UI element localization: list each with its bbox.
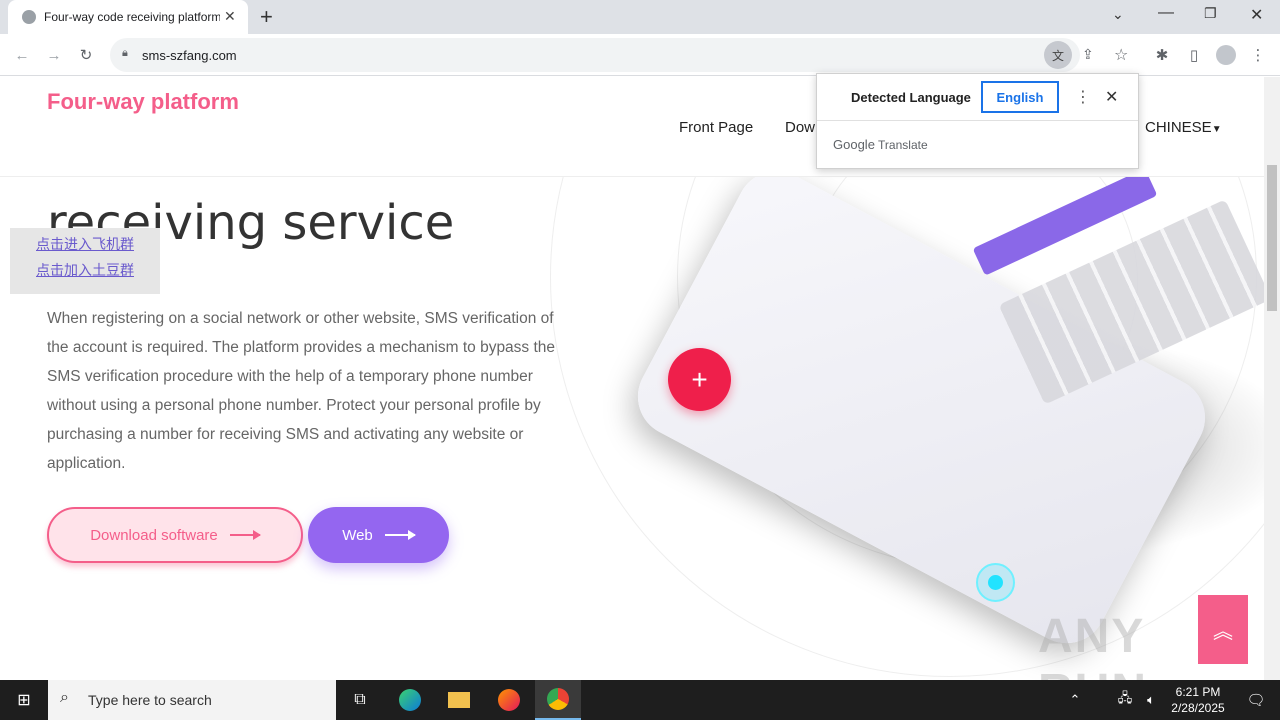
url-text[interactable]: sms-szfang.com	[142, 48, 237, 63]
scroll-to-top-button[interactable]: ︽	[1198, 595, 1248, 664]
address-bar[interactable]: 🔒︎ sms-szfang.com 文 ⇪ ☆	[110, 38, 1128, 72]
web-button[interactable]: Web	[308, 507, 449, 563]
divider	[817, 120, 1138, 121]
taskbar-clock[interactable]: 6:21 PM 2/28/2025	[1160, 684, 1236, 716]
browser-toolbar: ← → ↻ 🔒︎ sms-szfang.com 文 ⇪ ☆ ✱ ▯ ⋮	[0, 34, 1280, 76]
chrome-icon[interactable]	[535, 680, 581, 720]
restore-button[interactable]: ❐	[1204, 5, 1217, 22]
side-panel-icon[interactable]: ▯	[1180, 41, 1208, 69]
arrow-right-icon	[229, 530, 261, 540]
translate-icon[interactable]: 文	[1044, 41, 1072, 69]
download-software-label: Download software	[90, 526, 218, 544]
site-brand[interactable]: Four-way platform	[47, 89, 239, 115]
google-wordmark: Google	[833, 137, 875, 152]
caret-down-icon: ▼	[1211, 124, 1222, 135]
google-translate-logo: Google Translate	[833, 137, 928, 152]
new-tab-button[interactable]: +	[260, 4, 273, 30]
translate-options-icon[interactable]: ⋮	[1075, 87, 1091, 107]
download-software-button[interactable]: Download software	[47, 507, 303, 563]
clock-time: 6:21 PM	[1175, 685, 1221, 699]
site-favicon-icon	[22, 10, 36, 24]
file-explorer-icon[interactable]	[439, 686, 479, 714]
show-hidden-icons[interactable]: ⌃	[1060, 686, 1090, 714]
taskbar-search-placeholder: Type here to search	[88, 692, 212, 708]
tab-bar: Four-way code receiving platform ✕ + ⌄ —…	[0, 0, 1280, 34]
detected-language-option[interactable]: Detected Language	[851, 90, 971, 105]
nav-item-front-page[interactable]: Front Page	[679, 119, 753, 136]
back-icon[interactable]: ←	[8, 41, 36, 69]
bookmark-star-icon[interactable]: ☆	[1114, 45, 1128, 65]
join-group-link-1[interactable]: 点击进入飞机群	[10, 234, 160, 254]
close-tab-icon[interactable]: ✕	[224, 8, 236, 25]
english-option[interactable]: English	[981, 81, 1059, 113]
task-view-icon[interactable]: ⧉	[340, 686, 380, 714]
tab-title: Four-way code receiving platform	[44, 10, 220, 24]
minimize-button[interactable]: —	[1158, 4, 1174, 22]
translate-popup: Detected Language English ⋮ ✕ Google Tra…	[816, 73, 1139, 169]
extensions-icon[interactable]: ✱	[1148, 41, 1176, 69]
close-window-button[interactable]: ✕	[1250, 5, 1263, 25]
windows-start-icon[interactable]: ⊞	[4, 686, 44, 714]
nav-item-download[interactable]: Dow	[785, 119, 815, 136]
tab-search-icon[interactable]: ⌄	[1112, 6, 1124, 23]
arrow-right-icon	[384, 530, 416, 540]
web-label: Web	[342, 526, 373, 544]
phone-mockup-image	[623, 157, 1264, 658]
translate-close-icon[interactable]: ✕	[1105, 87, 1118, 107]
lock-icon: 🔒︎	[122, 47, 128, 59]
menu-kebab-icon[interactable]: ⋮	[1244, 41, 1272, 69]
forward-icon[interactable]: →	[40, 41, 68, 69]
search-icon: ⌕	[60, 689, 69, 706]
share-icon[interactable]: ⇪	[1082, 46, 1094, 63]
pulse-dot-icon	[976, 563, 1015, 602]
clock-date: 2/28/2025	[1171, 701, 1225, 715]
firefox-icon[interactable]	[489, 686, 529, 714]
page-scrollbar[interactable]	[1264, 77, 1280, 680]
plus-bubble-icon: +	[668, 348, 731, 411]
windows-taskbar: ⊞ ⌕ Type here to search ⧉ ⌃ 🖧︎ 🔈︎ 6:21 P…	[0, 680, 1280, 720]
scrollbar-thumb[interactable]	[1267, 165, 1277, 311]
notification-icon[interactable]: 🗨︎	[1236, 686, 1276, 714]
join-group-link-2[interactable]: 点击加入土豆群	[10, 260, 160, 280]
profile-icon[interactable]	[1212, 41, 1240, 69]
edge-icon[interactable]	[390, 686, 430, 714]
chevron-up-icon: ︽	[1213, 621, 1233, 643]
browser-tab[interactable]: Four-way code receiving platform ✕	[8, 0, 248, 34]
group-links-box: 点击进入飞机群 点击加入土豆群	[10, 228, 160, 294]
reload-icon[interactable]: ↻	[72, 41, 100, 69]
nav-language-label: CHINESE	[1145, 119, 1212, 136]
nav-item-language[interactable]: CHINESE▼	[1145, 119, 1222, 136]
taskbar-search-box[interactable]: ⌕ Type here to search	[48, 680, 336, 720]
translate-wordmark: Translate	[878, 138, 928, 152]
hero-description: When registering on a social network or …	[47, 310, 556, 472]
